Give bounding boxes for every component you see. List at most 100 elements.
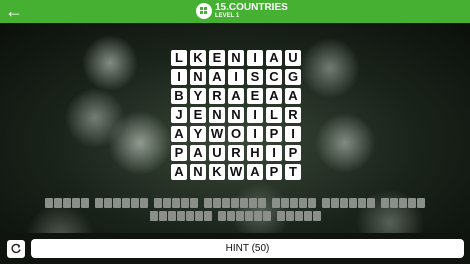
letter-cell[interactable]: R xyxy=(209,88,225,104)
letter-slot xyxy=(45,198,53,208)
letter-cell[interactable]: Y xyxy=(190,88,206,104)
letter-slot xyxy=(399,198,407,208)
letter-cell[interactable]: T xyxy=(285,164,301,180)
letter-cell[interactable]: N xyxy=(209,107,225,123)
letter-slot xyxy=(244,211,253,221)
letter-slot xyxy=(113,198,121,208)
letter-cell[interactable]: I xyxy=(285,126,301,142)
letter-slot xyxy=(149,211,158,221)
letter-slot xyxy=(131,198,139,208)
letter-cell[interactable]: I xyxy=(171,69,187,85)
letter-cell[interactable]: B xyxy=(171,88,187,104)
answer-word xyxy=(217,211,271,221)
letter-slot xyxy=(285,211,294,221)
letter-cell[interactable]: N xyxy=(228,50,244,66)
letter-cell[interactable]: N xyxy=(228,107,244,123)
letter-cell[interactable]: P xyxy=(266,126,282,142)
letter-slot xyxy=(240,198,248,208)
answer-word xyxy=(272,198,316,208)
letter-cell[interactable]: S xyxy=(247,69,263,85)
letter-slot xyxy=(190,198,198,208)
letter-cell[interactable]: E xyxy=(247,88,263,104)
letter-cell[interactable]: Y xyxy=(190,126,206,142)
letter-cell[interactable]: A xyxy=(285,88,301,104)
letter-slot xyxy=(235,211,244,221)
letter-slot xyxy=(367,198,375,208)
letter-slot xyxy=(185,211,194,221)
letter-slot xyxy=(308,198,316,208)
letter-cell[interactable]: E xyxy=(209,50,225,66)
answer-word xyxy=(322,198,375,208)
letter-slot xyxy=(104,198,112,208)
letter-cell[interactable]: P xyxy=(266,164,282,180)
level-label: LEVEL 1 xyxy=(215,13,240,19)
letter-slot xyxy=(358,198,366,208)
letter-slot xyxy=(140,198,148,208)
letter-slot xyxy=(181,198,189,208)
letter-cell[interactable]: R xyxy=(285,107,301,123)
letter-slot xyxy=(272,198,280,208)
answer-word xyxy=(381,198,425,208)
answer-word xyxy=(154,198,198,208)
letter-cell[interactable]: A xyxy=(171,126,187,142)
answer-word xyxy=(95,198,148,208)
letter-cell[interactable]: W xyxy=(228,164,244,180)
letter-cell[interactable]: I xyxy=(247,126,263,142)
letter-slot xyxy=(262,211,271,221)
letter-cell[interactable]: A xyxy=(190,145,206,161)
letter-slot xyxy=(172,198,180,208)
refresh-button[interactable] xyxy=(7,240,25,258)
letter-slot xyxy=(213,198,221,208)
answer-word xyxy=(45,198,89,208)
letter-cell[interactable]: A xyxy=(209,69,225,85)
letter-slot xyxy=(303,211,312,221)
letter-cell[interactable]: A xyxy=(266,88,282,104)
letter-cell[interactable]: L xyxy=(171,50,187,66)
hint-button[interactable]: HINT (50) xyxy=(31,239,464,258)
letter-cell[interactable]: I xyxy=(247,50,263,66)
letter-cell[interactable]: K xyxy=(209,164,225,180)
letter-cell[interactable]: I xyxy=(247,107,263,123)
letter-cell[interactable]: H xyxy=(247,145,263,161)
letter-cell[interactable]: J xyxy=(171,107,187,123)
letter-slot xyxy=(167,211,176,221)
letter-cell[interactable]: A xyxy=(171,164,187,180)
letter-slot xyxy=(176,211,185,221)
letter-cell[interactable]: I xyxy=(266,145,282,161)
letter-cell[interactable]: A xyxy=(228,88,244,104)
letter-cell[interactable]: P xyxy=(285,145,301,161)
top-bar: ← 15.COUNTRIES LEVEL 1 xyxy=(0,0,470,23)
letter-cell[interactable]: U xyxy=(209,145,225,161)
letter-slot xyxy=(231,198,239,208)
letter-cell[interactable]: N xyxy=(190,69,206,85)
letter-cell[interactable]: A xyxy=(266,50,282,66)
letter-slot xyxy=(95,198,103,208)
letter-cell[interactable]: C xyxy=(266,69,282,85)
letter-cell[interactable]: E xyxy=(190,107,206,123)
letter-slot xyxy=(290,198,298,208)
letter-cell[interactable]: U xyxy=(285,50,301,66)
letter-slot xyxy=(54,198,62,208)
letter-cell[interactable]: K xyxy=(190,50,206,66)
letter-cell[interactable]: W xyxy=(209,126,225,142)
answer-word xyxy=(204,198,266,208)
letter-slot xyxy=(381,198,389,208)
letter-slot xyxy=(204,198,212,208)
letter-slot xyxy=(281,198,289,208)
letter-slot xyxy=(158,211,167,221)
letter-cell[interactable]: A xyxy=(247,164,263,180)
letter-cell[interactable]: I xyxy=(228,69,244,85)
letter-cell[interactable]: L xyxy=(266,107,282,123)
letter-slot xyxy=(340,198,348,208)
letter-slot xyxy=(299,198,307,208)
letter-cell[interactable]: O xyxy=(228,126,244,142)
letter-slot xyxy=(294,211,303,221)
letter-slot xyxy=(122,198,130,208)
letter-cell[interactable]: R xyxy=(228,145,244,161)
letter-cell[interactable]: P xyxy=(171,145,187,161)
letter-cell[interactable]: N xyxy=(190,164,206,180)
letter-cell[interactable]: G xyxy=(285,69,301,85)
letter-slot xyxy=(349,198,357,208)
letter-slot xyxy=(203,211,212,221)
back-arrow-icon[interactable]: ← xyxy=(4,2,24,21)
